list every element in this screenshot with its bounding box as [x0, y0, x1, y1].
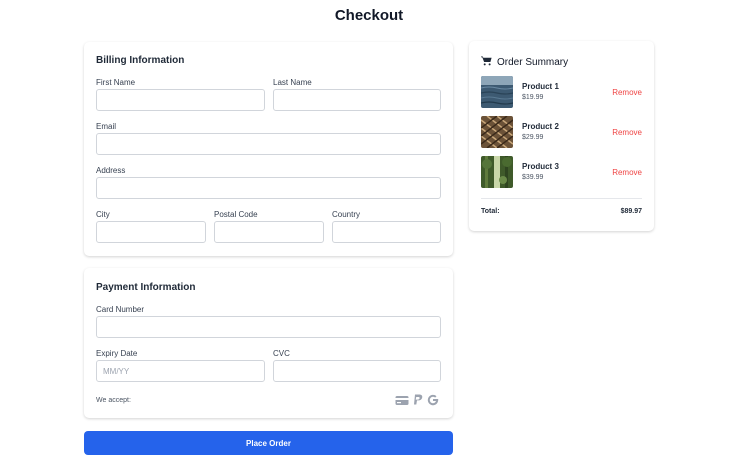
order-summary-header: Order Summary [481, 53, 568, 71]
paypal-icon [413, 394, 423, 406]
first-name-input[interactable] [96, 89, 265, 111]
postal-code-input[interactable] [214, 221, 324, 243]
accepted-methods-icons [395, 394, 439, 406]
expiry-date-input[interactable] [96, 360, 265, 382]
card-number-input[interactable] [96, 316, 441, 338]
payment-card: Payment Information Card Number Expiry D… [84, 268, 453, 418]
cvc-input[interactable] [273, 360, 441, 382]
cart-icon [481, 53, 492, 71]
email-label: Email [96, 122, 117, 131]
billing-heading: Billing Information [96, 55, 185, 66]
product-name: Product 2 [522, 122, 559, 131]
total-value: $89.97 [620, 208, 642, 215]
last-name-label: Last Name [273, 78, 312, 87]
billing-card: Billing Information First Name Last Name… [84, 42, 453, 256]
email-input[interactable] [96, 133, 441, 155]
order-item: Product 1 $19.99 Remove [481, 76, 642, 108]
product-image [481, 116, 513, 148]
address-input[interactable] [96, 177, 441, 199]
country-label: Country [332, 210, 361, 219]
product-name: Product 3 [522, 162, 559, 171]
remove-item-button[interactable]: Remove [612, 88, 642, 97]
postal-code-label: Postal Code [214, 210, 258, 219]
order-item: Product 2 $29.99 Remove [481, 116, 642, 148]
product-image [481, 156, 513, 188]
product-price: $19.99 [522, 94, 544, 101]
address-label: Address [96, 166, 126, 175]
first-name-label: First Name [96, 78, 136, 87]
remove-item-button[interactable]: Remove [612, 168, 642, 177]
city-label: City [96, 210, 110, 219]
accepted-methods-label: We accept: [96, 397, 131, 404]
product-price: $29.99 [522, 134, 544, 141]
page-title: Checkout [334, 7, 404, 24]
product-image [481, 76, 513, 108]
order-item: Product 3 $39.99 Remove [481, 156, 642, 188]
place-order-button[interactable]: Place Order [84, 431, 453, 455]
card-number-label: Card Number [96, 305, 145, 314]
order-summary-card: Order Summary Product 1 $19.99 Remove Pr… [469, 41, 654, 231]
expiry-date-label: Expiry Date [96, 349, 138, 358]
product-name: Product 1 [522, 82, 559, 91]
last-name-input[interactable] [273, 89, 441, 111]
remove-item-button[interactable]: Remove [612, 128, 642, 137]
cvc-label: CVC [273, 349, 290, 358]
product-price: $39.99 [522, 174, 544, 181]
summary-divider [481, 198, 642, 199]
country-input[interactable] [332, 221, 441, 243]
total-label: Total: [481, 208, 500, 215]
google-icon [427, 394, 439, 406]
order-summary-title: Order Summary [497, 56, 569, 68]
payment-heading: Payment Information [96, 282, 196, 293]
city-input[interactable] [96, 221, 206, 243]
credit-card-icon [395, 395, 409, 406]
